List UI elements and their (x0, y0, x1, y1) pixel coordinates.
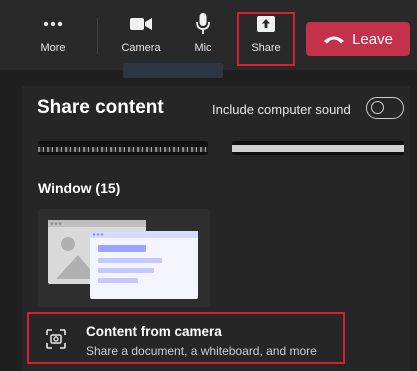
phone-hangup-icon (323, 31, 345, 48)
window-section-label: Window (15) (38, 180, 121, 196)
screen-thumbnail-1[interactable] (38, 141, 208, 155)
leave-label: Leave (352, 30, 393, 48)
window-illustration (48, 220, 198, 299)
tooltip-ghost (123, 63, 223, 78)
panel-title: Share content (37, 97, 164, 118)
camera-button[interactable]: Camera (116, 0, 166, 70)
window-thumbnail[interactable] (38, 209, 210, 307)
toolbar-divider (97, 18, 98, 54)
screen-thumbnail-2[interactable] (232, 141, 404, 155)
camera-icon (129, 12, 153, 36)
mic-icon (195, 12, 211, 36)
more-label: More (40, 42, 66, 54)
more-button[interactable]: More (33, 0, 73, 70)
include-sound-toggle[interactable] (366, 97, 404, 119)
more-icon (42, 12, 64, 36)
camera-option-title: Content from camera (86, 324, 222, 339)
mic-button[interactable]: Mic (186, 0, 220, 70)
toggle-knob (371, 101, 384, 114)
include-sound-label: Include computer sound (212, 102, 351, 117)
content-from-camera-option[interactable]: Content from camera Share a document, a … (27, 312, 345, 364)
mic-label: Mic (194, 42, 212, 54)
leave-button[interactable]: Leave (306, 22, 410, 56)
camera-option-subtitle: Share a document, a whiteboard, and more (86, 344, 317, 358)
camera-scan-icon (45, 328, 67, 350)
share-highlight-box (237, 12, 295, 66)
camera-label: Camera (121, 42, 161, 54)
